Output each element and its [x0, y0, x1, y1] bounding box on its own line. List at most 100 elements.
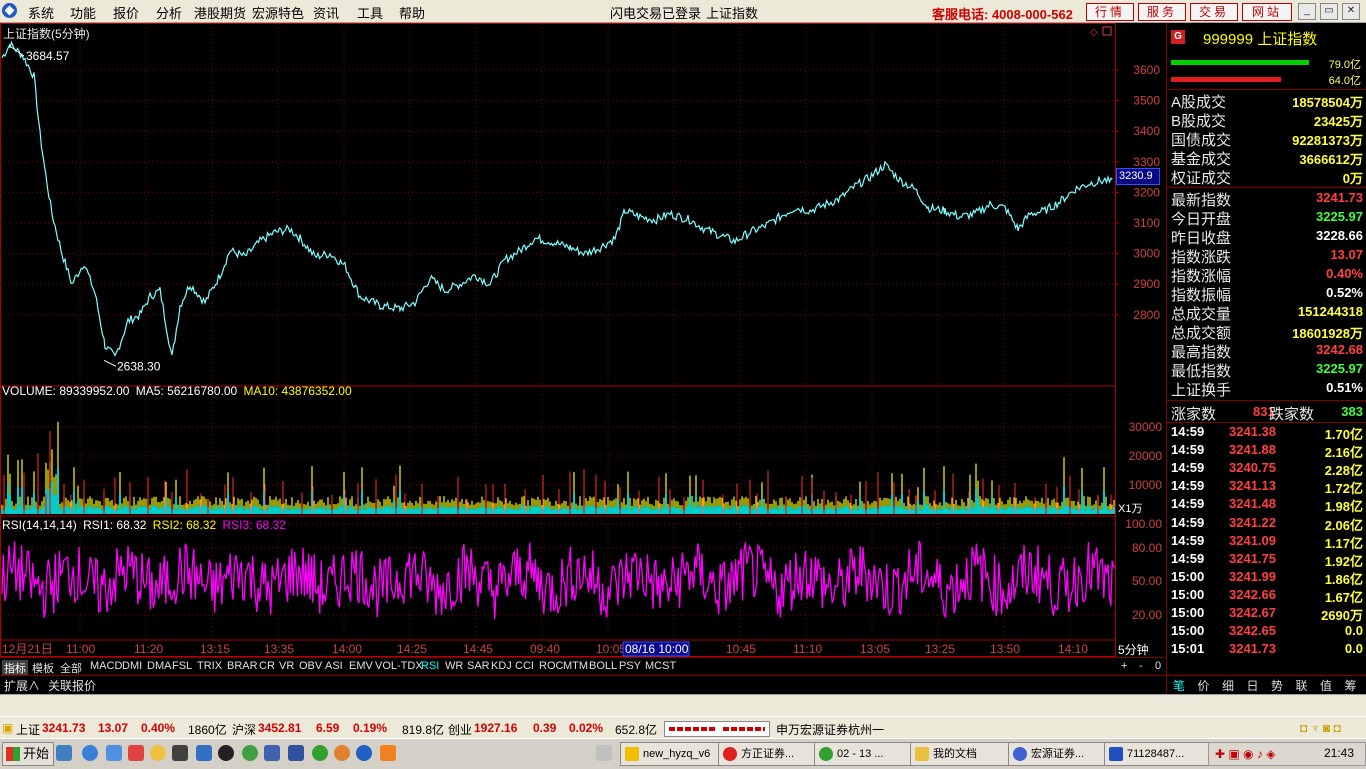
stat-label: 指数涨幅	[1171, 268, 1232, 285]
menu-analysis[interactable]: 分析	[156, 3, 182, 22]
quicklaunch-doc-icon[interactable]	[288, 745, 304, 761]
indicator-tab-dmi[interactable]: DMI	[122, 660, 142, 672]
indicator-tab-rsi[interactable]: RSI	[421, 660, 439, 672]
reset-button[interactable]: 0	[1155, 660, 1161, 672]
quote-button[interactable]: 行情	[1086, 3, 1134, 21]
chart-area[interactable]: 3600 3500 3400 3300 3200 3100 3000 2900 2800 3000…	[0, 23, 1166, 675]
quicklaunch-chrome-icon[interactable]	[334, 745, 350, 761]
indicator-tab-kdj[interactable]: KDJ	[491, 660, 512, 672]
related-quote-tab[interactable]: 关联报价	[48, 677, 96, 694]
indicator-tab-trix[interactable]: TRIX	[197, 660, 222, 672]
down-label: 跌家数	[1269, 406, 1315, 423]
quote-tab-5[interactable]: 联	[1296, 677, 1308, 694]
tick-row[interactable]: 14:59 3241.88 2.16亿	[1171, 442, 1365, 460]
menu-quote[interactable]: 报价	[113, 3, 139, 22]
tick-row[interactable]: 15:01 3241.73 0.0	[1171, 641, 1365, 659]
start-button[interactable]: 开始	[2, 742, 54, 766]
menu-news[interactable]: 资讯	[313, 3, 339, 22]
menu-hk-futures[interactable]: 港股期货	[194, 3, 246, 22]
menu-tools[interactable]: 工具	[357, 3, 383, 22]
tick-row[interactable]: 14:59 3241.13 1.72亿	[1171, 478, 1365, 496]
indicator-tab-指标[interactable]: 指标	[2, 660, 28, 676]
indicator-tab-全部[interactable]: 全部	[60, 660, 82, 676]
period-label[interactable]: 5分钟	[1118, 641, 1149, 658]
menu-system[interactable]: 系统	[28, 3, 54, 22]
quicklaunch-green-icon[interactable]	[312, 745, 328, 761]
tick-row[interactable]: 14:59 3240.75 2.28亿	[1171, 460, 1365, 478]
indicator-tab-obv[interactable]: OBV	[299, 660, 322, 672]
quicklaunch-desktop-icon[interactable]	[56, 745, 72, 761]
menu-hongyuan[interactable]: 宏源特色	[252, 3, 304, 22]
tick-time: 14:59	[1171, 424, 1205, 439]
tick-row[interactable]: 14:59 3241.75 1.92亿	[1171, 551, 1365, 569]
quicklaunch-media-icon[interactable]	[172, 745, 188, 761]
tray-status-icons[interactable]: ◘ ♆ ◙ ◘	[1300, 721, 1341, 735]
indicator-tab-mcst[interactable]: MCST	[645, 660, 676, 672]
expand-tab[interactable]: 扩展∧	[4, 677, 40, 694]
indicator-tab-boll[interactable]: BOLL	[589, 660, 617, 672]
indicator-tab-cci[interactable]: CCI	[515, 660, 534, 672]
indicator-tab-vol-tdx[interactable]: VOL-TDX	[375, 660, 423, 672]
indicator-tab-roc[interactable]: ROC	[539, 660, 563, 672]
quicklaunch-360-icon[interactable]	[242, 745, 258, 761]
indicator-tab-dma[interactable]: DMA	[147, 660, 171, 672]
quote-tab-2[interactable]: 细	[1222, 677, 1234, 694]
quicklaunch-c-icon[interactable]	[380, 745, 396, 761]
keyboard-icon[interactable]	[596, 745, 612, 761]
quote-tab-0[interactable]: 笔	[1173, 677, 1185, 694]
tick-row[interactable]: 15:00 3242.66 1.67亿	[1171, 587, 1365, 605]
tick-row[interactable]: 15:00 3241.99 1.86亿	[1171, 569, 1365, 587]
zoom-out-button[interactable]: -	[1139, 660, 1143, 672]
close-icon[interactable]: ✕	[1342, 3, 1360, 20]
quote-tab-1[interactable]: 价	[1198, 677, 1210, 694]
tick-row[interactable]: 15:00 3242.67 2690万	[1171, 605, 1365, 623]
indicator-tab-模板[interactable]: 模板	[32, 660, 54, 676]
tick-row[interactable]: 14:59 3241.22 2.06亿	[1171, 515, 1365, 533]
quote-tab-7[interactable]: 筹	[1345, 677, 1357, 694]
trade-button[interactable]: 交易	[1190, 3, 1238, 21]
time-axis-label: 13:50	[990, 642, 1020, 656]
website-button[interactable]: 网站	[1242, 3, 1292, 21]
quicklaunch-word-icon[interactable]	[264, 745, 280, 761]
indicator-tab-cr[interactable]: CR	[259, 660, 275, 672]
indicator-tab-wr[interactable]: WR	[445, 660, 463, 672]
quicklaunch-ie-icon[interactable]	[82, 745, 98, 761]
service-button[interactable]: 服务	[1138, 3, 1186, 21]
indicator-tab-mtm[interactable]: MTM	[563, 660, 588, 672]
stat-row: 最低指数 3225.97	[1171, 360, 1365, 380]
indicator-tab-sar[interactable]: SAR	[467, 660, 490, 672]
restore-icon[interactable]: ▭	[1320, 3, 1338, 20]
chart-canvas[interactable]: 3600 3500 3400 3300 3200 3100 3000 2900 2800 3000…	[0, 23, 1166, 675]
indicator-tab-asi[interactable]: ASI	[325, 660, 343, 672]
quote-tab-3[interactable]: 日	[1247, 677, 1259, 694]
tray-icons[interactable]: ✚ ▣ ◉ ♪ ◈	[1215, 747, 1275, 761]
quote-tab-4[interactable]: 势	[1271, 677, 1283, 694]
quicklaunch-outlook-icon[interactable]	[106, 745, 122, 761]
indicator-tab-fsl[interactable]: FSL	[172, 660, 192, 672]
indicator-tab-vr[interactable]: VR	[279, 660, 294, 672]
task-71128487[interactable]: 71128487...	[1104, 742, 1220, 766]
app-logo-icon[interactable]	[2, 3, 17, 18]
tick-row[interactable]: 14:59 3241.09 1.17亿	[1171, 533, 1365, 551]
stat-label: 总成交额	[1171, 325, 1232, 342]
zoom-in-button[interactable]: +	[1121, 660, 1127, 672]
menu-help[interactable]: 帮助	[399, 3, 425, 22]
quicklaunch-chat-icon[interactable]	[150, 745, 166, 761]
menu-function[interactable]: 功能	[70, 3, 96, 22]
stat-value: 0.52%	[1326, 285, 1363, 300]
quicklaunch-ie2-icon[interactable]	[356, 745, 372, 761]
quicklaunch-qq-icon[interactable]	[218, 745, 234, 761]
indicator-tab-psy[interactable]: PSY	[619, 660, 641, 672]
indicator-tab-brar[interactable]: BRAR	[227, 660, 258, 672]
quote-tab-6[interactable]: 值	[1320, 677, 1332, 694]
volume-row: B股成交 23425万	[1171, 110, 1365, 130]
time-axis-label: 14:45	[463, 642, 493, 656]
minimize-icon[interactable]: _	[1298, 3, 1316, 20]
quicklaunch-app-icon[interactable]	[128, 745, 144, 761]
indicator-tab-macd[interactable]: MACD	[90, 660, 122, 672]
quicklaunch-browser-icon[interactable]	[196, 745, 212, 761]
indicator-tab-emv[interactable]: EMV	[349, 660, 373, 672]
tick-row[interactable]: 14:59 3241.38 1.70亿	[1171, 424, 1365, 442]
tick-row[interactable]: 14:59 3241.48 1.98亿	[1171, 496, 1365, 514]
tick-row[interactable]: 15:00 3242.65 0.0	[1171, 623, 1365, 641]
